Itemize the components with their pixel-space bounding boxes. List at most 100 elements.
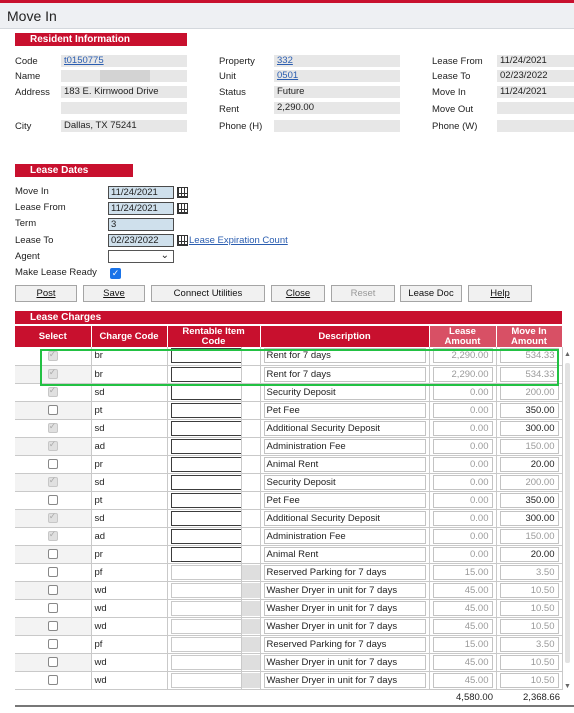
lease-amount-input[interactable]: 0.00 bbox=[432, 384, 493, 400]
select-checkbox[interactable] bbox=[47, 367, 58, 379]
select-checkbox[interactable] bbox=[47, 439, 58, 451]
description-input[interactable]: Animal Rent bbox=[263, 456, 426, 472]
description-input[interactable]: Security Deposit bbox=[263, 474, 426, 490]
lease-amount-input[interactable]: 45.00 bbox=[432, 618, 493, 634]
description-input[interactable]: Washer Dryer in unit for 7 days bbox=[263, 672, 426, 688]
unit-link[interactable]: 0501 bbox=[277, 70, 298, 81]
help-button[interactable]: Help bbox=[468, 285, 532, 302]
select-checkbox[interactable] bbox=[47, 529, 58, 541]
lease-amount-input[interactable]: 0.00 bbox=[432, 546, 493, 562]
lease-amount-input[interactable]: 0.00 bbox=[432, 528, 493, 544]
lookup-button[interactable] bbox=[241, 672, 259, 688]
rentable-item-input[interactable] bbox=[170, 600, 240, 616]
rentable-item-input[interactable] bbox=[170, 348, 240, 364]
description-input[interactable]: Washer Dryer in unit for 7 days bbox=[263, 618, 426, 634]
description-input[interactable]: Washer Dryer in unit for 7 days bbox=[263, 582, 426, 598]
lease-amount-input[interactable]: 0.00 bbox=[432, 456, 493, 472]
move-in-amount-input[interactable]: 300.00 bbox=[499, 510, 559, 526]
description-input[interactable]: Rent for 7 days bbox=[263, 348, 426, 364]
description-input[interactable]: Pet Fee bbox=[263, 402, 426, 418]
move-in-amount-input[interactable]: 150.00 bbox=[499, 438, 559, 454]
move-in-amount-input[interactable]: 3.50 bbox=[499, 564, 559, 580]
lease-amount-input[interactable]: 0.00 bbox=[432, 510, 493, 526]
post-button[interactable]: Post bbox=[15, 285, 77, 302]
move-in-amount-input[interactable]: 200.00 bbox=[499, 474, 559, 490]
rentable-item-input[interactable] bbox=[170, 438, 240, 454]
rentable-item-input[interactable] bbox=[170, 618, 240, 634]
select-checkbox[interactable] bbox=[47, 638, 58, 649]
lease-amount-input[interactable]: 0.00 bbox=[432, 420, 493, 436]
move-in-amount-input[interactable]: 534.33 bbox=[499, 366, 559, 382]
rentable-item-input[interactable] bbox=[170, 384, 240, 400]
scroll-down-icon[interactable]: ▼ bbox=[564, 683, 571, 690]
lease-amount-input[interactable]: 2,290.00 bbox=[432, 348, 493, 364]
scroll-thumb[interactable] bbox=[565, 363, 570, 663]
scroll-up-icon[interactable]: ▲ bbox=[564, 351, 571, 358]
lease-to-date-input[interactable]: 02/23/2022 bbox=[108, 234, 174, 247]
select-checkbox[interactable] bbox=[47, 458, 58, 469]
lease-amount-input[interactable]: 45.00 bbox=[432, 654, 493, 670]
select-checkbox[interactable] bbox=[47, 674, 58, 685]
description-input[interactable]: Animal Rent bbox=[263, 546, 426, 562]
lease-amount-input[interactable]: 0.00 bbox=[432, 438, 493, 454]
description-input[interactable]: Reserved Parking for 7 days bbox=[263, 636, 426, 652]
rentable-item-input[interactable] bbox=[170, 528, 240, 544]
table-scrollbar[interactable]: ▲ ▼ bbox=[562, 349, 573, 690]
rentable-item-input[interactable] bbox=[170, 510, 240, 526]
save-button[interactable]: Save bbox=[83, 285, 145, 302]
lookup-button[interactable] bbox=[241, 582, 259, 598]
rentable-item-input[interactable] bbox=[170, 636, 240, 652]
move-in-amount-input[interactable]: 20.00 bbox=[499, 456, 559, 472]
description-input[interactable]: Administration Fee bbox=[263, 528, 426, 544]
select-checkbox[interactable] bbox=[47, 602, 58, 613]
lease-amount-input[interactable]: 2,290.00 bbox=[432, 366, 493, 382]
calendar-icon[interactable] bbox=[177, 187, 188, 198]
connect-utilities-button[interactable]: Connect Utilities bbox=[151, 285, 265, 302]
description-input[interactable]: Washer Dryer in unit for 7 days bbox=[263, 654, 426, 670]
lookup-button[interactable] bbox=[241, 600, 259, 616]
lease-amount-input[interactable]: 15.00 bbox=[432, 564, 493, 580]
calendar-icon[interactable] bbox=[177, 235, 188, 246]
lookup-button[interactable] bbox=[241, 564, 259, 580]
description-input[interactable]: Security Deposit bbox=[263, 384, 426, 400]
move-in-amount-input[interactable]: 150.00 bbox=[499, 528, 559, 544]
description-input[interactable]: Administration Fee bbox=[263, 438, 426, 454]
term-input[interactable]: 3 bbox=[108, 218, 174, 231]
select-checkbox[interactable] bbox=[47, 656, 58, 667]
lease-expiration-count-link[interactable]: Lease Expiration Count bbox=[189, 235, 288, 246]
select-checkbox[interactable] bbox=[47, 385, 58, 397]
property-link[interactable]: 332 bbox=[277, 55, 293, 66]
lease-amount-input[interactable]: 45.00 bbox=[432, 582, 493, 598]
select-checkbox[interactable] bbox=[47, 421, 58, 433]
move-in-date-input[interactable]: 11/24/2021 bbox=[108, 186, 174, 199]
move-in-amount-input[interactable]: 10.50 bbox=[499, 672, 559, 688]
rentable-item-input[interactable] bbox=[170, 564, 240, 580]
move-in-amount-input[interactable]: 10.50 bbox=[499, 654, 559, 670]
select-checkbox[interactable] bbox=[47, 566, 58, 577]
move-in-amount-input[interactable]: 350.00 bbox=[499, 492, 559, 508]
select-checkbox[interactable] bbox=[47, 475, 58, 487]
description-input[interactable]: Additional Security Deposit bbox=[263, 510, 426, 526]
rentable-item-input[interactable] bbox=[170, 546, 240, 562]
move-in-amount-input[interactable]: 534.33 bbox=[499, 348, 559, 364]
select-checkbox[interactable] bbox=[47, 349, 58, 361]
select-checkbox[interactable] bbox=[47, 548, 58, 559]
rentable-item-input[interactable] bbox=[170, 492, 240, 508]
rentable-item-input[interactable] bbox=[170, 366, 240, 382]
move-in-amount-input[interactable]: 300.00 bbox=[499, 420, 559, 436]
description-input[interactable]: Reserved Parking for 7 days bbox=[263, 564, 426, 580]
move-in-amount-input[interactable]: 10.50 bbox=[499, 582, 559, 598]
select-checkbox[interactable] bbox=[47, 404, 58, 415]
select-checkbox[interactable] bbox=[47, 494, 58, 505]
rentable-item-input[interactable] bbox=[170, 654, 240, 670]
move-in-amount-input[interactable]: 3.50 bbox=[499, 636, 559, 652]
rentable-item-input[interactable] bbox=[170, 420, 240, 436]
lookup-button[interactable] bbox=[241, 636, 259, 652]
rentable-item-input[interactable] bbox=[170, 402, 240, 418]
description-input[interactable]: Rent for 7 days bbox=[263, 366, 426, 382]
lease-amount-input[interactable]: 15.00 bbox=[432, 636, 493, 652]
close-button[interactable]: Close bbox=[271, 285, 325, 302]
description-input[interactable]: Pet Fee bbox=[263, 492, 426, 508]
lease-amount-input[interactable]: 0.00 bbox=[432, 492, 493, 508]
lease-from-date-input[interactable]: 11/24/2021 bbox=[108, 202, 174, 215]
